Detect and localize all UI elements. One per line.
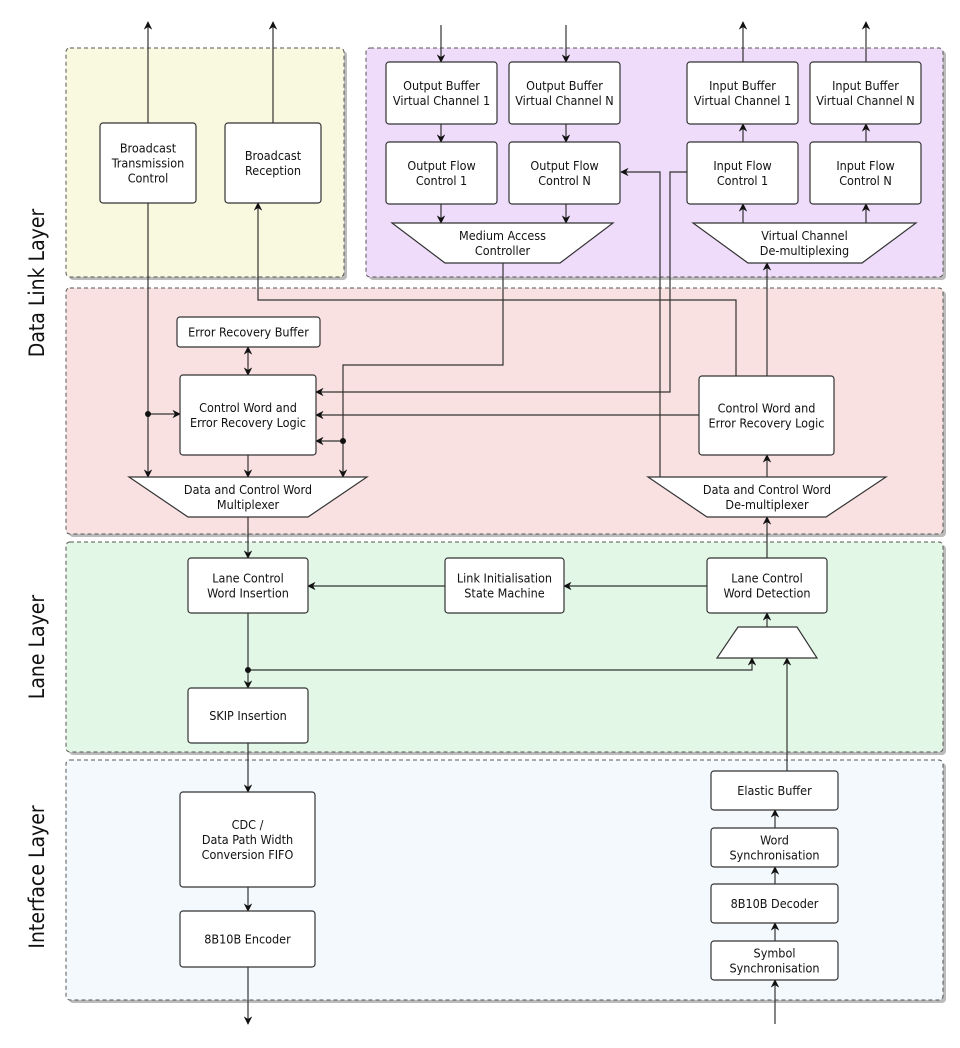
decoder-label: 8B10B Decoder [731,896,819,911]
lane-cw-det-label: Lane Control Word Detection [723,571,810,601]
label-line: De-multiplexing [760,243,849,258]
lane-layer-label: Lane Layer [25,595,49,700]
out-buf-1-block: Output Buffer Virtual Channel 1 [385,61,498,125]
label-line: Symbol [754,946,796,961]
label-line: Control N [538,173,591,188]
label-line: Output Buffer [526,78,603,93]
out-flow-n-block: Output Flow Control N [508,141,621,205]
label-line: 8B10B Encoder [204,932,291,947]
cdc-fifo-block: CDC / Data Path Width Conversion FIFO [179,791,316,888]
err-buf-block: Error Recovery Buffer [176,316,321,348]
label-line: Input Flow [713,158,771,173]
lane-cw-ins-label: Lane Control Word Insertion [207,571,289,601]
out-flow-n-label: Output Flow Control N [530,158,598,188]
decoder-block: 8B10B Decoder [710,883,839,924]
cw-logic-tx-label: Control Word and Error Recovery Logic [190,400,306,430]
label-line: Control 1 [717,173,768,188]
link-init-label: Link Initialisation State Machine [457,571,552,601]
label-line: Conversion FIFO [202,847,294,862]
cw-logic-tx-block: Control Word and Error Recovery Logic [179,374,317,456]
in-buf-1-block: Input Buffer Virtual Channel 1 [686,61,799,125]
label-line: Data Path Width [202,832,293,847]
label-line: Multiplexer [217,497,280,512]
label-line: Virtual Channel [761,228,847,243]
label-line: Output Flow [407,158,475,173]
label-line: Control 1 [416,173,467,188]
cw-logic-rx-block: Control Word and Error Recovery Logic [698,375,835,456]
word-sync-block: Word Synchronisation [710,827,839,868]
out-buf-n-label: Output Buffer Virtual Channel N [515,78,613,108]
label-line: Controller [475,243,531,258]
label-line: Transmission [111,156,184,171]
symbol-sync-block: Symbol Synchronisation [710,940,839,981]
in-flow-1-label: Input Flow Control 1 [713,158,771,188]
label-line: Output Buffer [403,78,480,93]
label-line: Synchronisation [729,848,819,863]
label-line: Virtual Channel N [515,93,613,108]
encoder-block: 8B10B Encoder [179,910,316,968]
label-line: Control [128,171,169,186]
label-line: Data and Control Word [703,482,831,497]
label-line: SKIP Insertion [209,708,287,723]
in-flow-n-label: Input Flow Control N [836,158,894,188]
label-line: Control N [839,173,892,188]
label-line: Input Buffer [709,78,776,93]
label-line: Word Detection [723,586,810,601]
in-buf-n-block: Input Buffer Virtual Channel N [809,61,922,125]
err-buf-label: Error Recovery Buffer [188,325,309,340]
label-line: Output Flow [530,158,598,173]
link-init-block: Link Initialisation State Machine [444,557,565,614]
label-line: Error Recovery Buffer [188,325,309,340]
label-line: State Machine [464,586,544,601]
out-flow-1-block: Output Flow Control 1 [385,141,498,205]
label-line: Word [760,833,789,848]
label-line: Input Buffer [832,78,899,93]
broadcast-rx-block: Broadcast Reception [224,122,322,204]
label-line: 8B10B Decoder [731,896,819,911]
label-line: Elastic Buffer [737,783,812,798]
architecture-diagram: Data Link Layer Lane Layer Interface Lay… [25,21,946,1025]
broadcast-rx-label: Broadcast Reception [245,148,302,178]
vc-demux-label: Virtual Channel De-multiplexing [760,228,849,258]
skip-ins-label: SKIP Insertion [209,708,287,723]
label-line: Reception [245,163,301,178]
label-line: Control Word and [199,400,297,415]
label-line: Synchronisation [729,961,819,976]
label-line: Link Initialisation [457,571,552,586]
label-line: Virtual Channel 1 [393,93,490,108]
label-line: Data and Control Word [184,482,312,497]
label-line: Virtual Channel 1 [694,93,791,108]
label-line: Medium Access [459,228,546,243]
label-line: Virtual Channel N [816,93,914,108]
label-line: Lane Control [212,571,283,586]
in-flow-n-block: Input Flow Control N [809,141,922,205]
data-link-layer-label: Data Link Layer [25,209,49,358]
label-line: Lane Control [731,571,802,586]
elastic-label: Elastic Buffer [737,783,812,798]
elastic-block: Elastic Buffer [710,770,839,811]
out-flow-1-label: Output Flow Control 1 [407,158,475,188]
broadcast-tx-block: Broadcast Transmission Control [99,122,197,204]
skip-ins-block: SKIP Insertion [187,687,309,744]
interface-layer-label: Interface Layer [25,805,49,948]
label-line: Control Word and [718,401,816,416]
lane-cw-ins-block: Lane Control Word Insertion [187,557,309,614]
label-line: Error Recovery Logic [709,416,825,431]
label-line: CDC / [232,817,264,832]
label-line: De-multiplexer [725,497,809,512]
label-line: Broadcast [120,141,177,156]
label-line: Word Insertion [207,586,289,601]
lane-cw-det-block: Lane Control Word Detection [706,557,828,614]
label-line: Broadcast [245,148,302,163]
cw-logic-rx-label: Control Word and Error Recovery Logic [709,401,825,431]
out-buf-1-label: Output Buffer Virtual Channel 1 [393,78,490,108]
label-line: Error Recovery Logic [190,415,306,430]
in-flow-1-block: Input Flow Control 1 [686,141,799,205]
label-line: Input Flow [836,158,894,173]
encoder-label: 8B10B Encoder [204,932,291,947]
out-buf-n-block: Output Buffer Virtual Channel N [508,61,621,125]
